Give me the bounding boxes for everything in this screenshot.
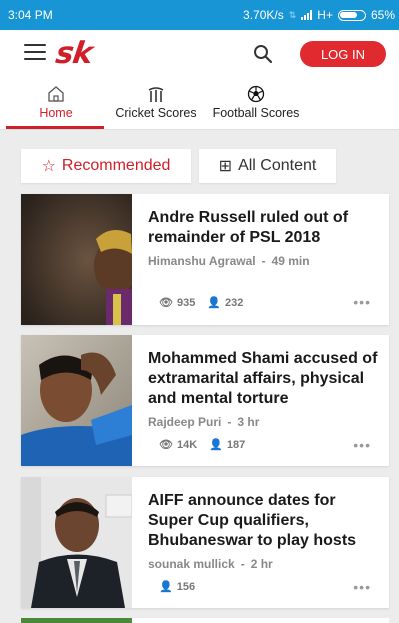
followers-stat: 👤 187	[209, 438, 246, 452]
article-stats: 👁 935 👤 232	[159, 296, 244, 310]
followers-count: 187	[226, 438, 246, 451]
next-article-card-peek[interactable]	[21, 618, 389, 623]
article-meta: sounak mullick -2 hr	[148, 557, 273, 571]
article-time: 3 hr	[237, 415, 260, 429]
article-time: 2 hr	[250, 557, 273, 571]
grid-icon: ⊞	[218, 158, 233, 175]
article-author[interactable]: Himanshu Agrawal	[148, 254, 256, 268]
article-card[interactable]: Mohammed Shami accused of extramarital a…	[21, 335, 389, 466]
tab-home-label: Home	[39, 106, 73, 120]
tab-football-scores[interactable]: Football Scores	[208, 84, 304, 120]
more-options-icon[interactable]: •••	[353, 294, 371, 310]
article-meta: Himanshu Agrawal -49 min	[148, 254, 310, 268]
active-tab-indicator	[6, 126, 104, 129]
tab-cricket-scores[interactable]: Cricket Scores	[112, 84, 200, 120]
article-author[interactable]: sounak mullick	[148, 557, 235, 571]
status-indicators: 3.70K/s ⇅ H+ 65%	[243, 8, 395, 22]
battery-percent: 65%	[370, 8, 395, 22]
views-count: 14K	[176, 438, 198, 451]
star-icon: ☆	[41, 158, 56, 175]
login-button[interactable]: LOG IN	[300, 41, 386, 67]
followers-count: 232	[225, 296, 244, 309]
person-icon: 👤	[207, 297, 222, 309]
more-options-icon[interactable]: •••	[353, 437, 371, 453]
person-icon: 👤	[159, 581, 173, 593]
search-icon[interactable]	[253, 44, 273, 64]
recommended-label: Recommended	[61, 157, 171, 174]
followers-stat: 👤 156	[159, 580, 196, 594]
article-thumbnail	[21, 618, 132, 623]
status-bar: 3:04 PM 3.70K/s ⇅ H+ 65%	[0, 0, 399, 30]
views-stat: 👁 14K	[159, 438, 198, 452]
more-options-icon[interactable]: •••	[353, 579, 371, 595]
article-title[interactable]: AIFF announce dates for Super Cup qualif…	[148, 491, 378, 551]
followers-count: 156	[176, 580, 196, 593]
category-tabs: Home Cricket Scores Football Scores	[0, 78, 399, 130]
all-content-label: All Content	[238, 157, 317, 174]
article-card[interactable]: Andre Russell ruled out of remainder of …	[21, 194, 389, 325]
battery-icon	[337, 9, 366, 21]
article-author[interactable]: Rajdeep Puri	[148, 415, 221, 429]
article-thumbnail	[21, 194, 132, 325]
tab-home[interactable]: Home	[36, 84, 76, 120]
network-speed: 3.70K/s	[243, 8, 284, 22]
all-content-toggle[interactable]: ⊞ All Content	[199, 149, 336, 183]
person-icon: 👤	[209, 439, 223, 451]
tab-football-label: Football Scores	[212, 106, 300, 120]
eye-icon: 👁	[159, 439, 173, 451]
article-time: 49 min	[271, 254, 310, 268]
article-thumbnail	[21, 335, 132, 466]
views-stat: 👁 935	[159, 296, 196, 310]
home-icon	[36, 84, 76, 104]
followers-stat: 👤 232	[207, 296, 244, 310]
article-meta: Rajdeep Puri -3 hr	[148, 415, 260, 429]
views-count: 935	[176, 296, 196, 309]
data-arrows-icon: ⇅	[288, 9, 297, 20]
article-title[interactable]: Andre Russell ruled out of remainder of …	[148, 208, 378, 248]
football-icon	[208, 84, 304, 104]
cricket-wicket-icon	[112, 84, 200, 104]
recommended-toggle[interactable]: ☆ Recommended	[21, 149, 191, 183]
article-stats: 👁 14K 👤 187	[159, 438, 246, 452]
network-type: H+	[317, 8, 333, 22]
eye-icon: 👁	[159, 297, 173, 309]
app-bar: sk LOG IN	[0, 30, 399, 78]
signal-icon	[301, 10, 313, 20]
menu-icon[interactable]	[24, 44, 46, 62]
article-stats: 👤 156	[159, 580, 196, 594]
sk-logo[interactable]: sk	[54, 36, 95, 71]
tab-cricket-label: Cricket Scores	[115, 106, 197, 120]
article-title[interactable]: Mohammed Shami accused of extramarital a…	[148, 349, 378, 409]
article-card[interactable]: AIFF announce dates for Super Cup qualif…	[21, 477, 389, 608]
article-thumbnail	[21, 477, 132, 608]
status-time: 3:04 PM	[8, 8, 53, 22]
